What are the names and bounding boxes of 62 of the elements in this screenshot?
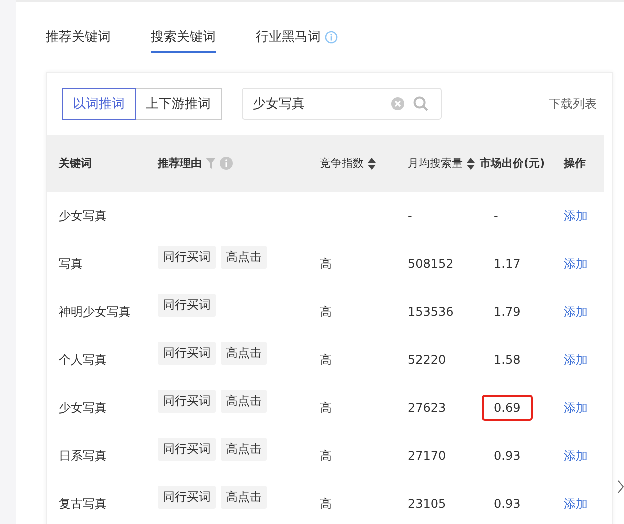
reason-tag: 同行买词	[158, 438, 216, 460]
keyword-cell: 写真	[59, 256, 83, 270]
keyword-cell: 少女写真	[59, 208, 107, 222]
add-link[interactable]: 添加	[564, 304, 588, 318]
competition-cell: 高	[320, 448, 332, 462]
keyword-cell: 少女写真	[59, 400, 107, 414]
add-link[interactable]: 添加	[564, 256, 588, 270]
keyword-cell: 复古写真	[59, 496, 107, 510]
volume-cell: -	[408, 209, 412, 223]
add-link[interactable]: 添加	[564, 496, 588, 510]
price-cell-text: 1.17	[493, 256, 522, 273]
column-header: 月均搜索量	[408, 156, 463, 171]
price-cell-text: -	[493, 208, 500, 225]
chevron-right-icon[interactable]	[618, 480, 624, 494]
column-header: 关键词	[59, 156, 92, 171]
competition-cell: 高	[320, 496, 332, 510]
reason-tag: 同行买词	[158, 246, 216, 268]
sort-icon[interactable]	[368, 158, 376, 170]
keyword-cell: 神明少女写真	[59, 304, 131, 318]
mode-tab[interactable]: 上下游推词	[136, 88, 222, 120]
add-link[interactable]: 添加	[564, 448, 588, 462]
reason-tag: 同行买词	[158, 342, 216, 364]
reason-tag: 同行买词	[158, 294, 216, 316]
price-cell-text: 0.93	[493, 448, 522, 465]
competition-cell: 高	[320, 352, 332, 366]
price-cell-text: 0.93	[493, 496, 522, 513]
price-cell-text: 1.79	[493, 304, 522, 321]
info-icon	[220, 157, 233, 170]
reason-tag: 同行买词	[158, 390, 216, 412]
reason-tag: 高点击	[221, 486, 267, 508]
column-header: 市场出价(元)	[480, 156, 546, 171]
keyword-cell: 日系写真	[59, 448, 107, 462]
volume-cell: 27170	[408, 449, 446, 463]
tab[interactable]: 推荐关键词	[46, 28, 111, 53]
volume-cell: 52220	[408, 353, 446, 367]
competition-cell: 高	[320, 400, 332, 414]
volume-cell: 27623	[408, 401, 446, 415]
sort-icon[interactable]	[467, 158, 475, 170]
price-cell-text: 1.58	[493, 352, 522, 369]
add-link[interactable]: 添加	[564, 352, 588, 366]
reason-tag: 高点击	[221, 342, 267, 364]
reason-tag: 高点击	[221, 246, 267, 268]
volume-cell: 508152	[408, 257, 454, 271]
price-cell: 0.69	[482, 395, 533, 421]
tab[interactable]: 搜索关键词	[151, 28, 216, 53]
download-link[interactable]: 下载列表	[549, 96, 597, 112]
keyword-cell: 个人写真	[59, 352, 107, 366]
search-text: 少女写真	[253, 96, 306, 113]
reason-tag: 高点击	[221, 438, 267, 460]
competition-cell: 高	[320, 304, 332, 318]
add-link[interactable]: 添加	[564, 400, 588, 414]
tab[interactable]: 行业黑马词	[256, 28, 321, 53]
column-header: 操作	[564, 156, 586, 171]
competition-cell: 高	[320, 256, 332, 270]
mode-tab[interactable]: 以词推词	[62, 88, 136, 120]
volume-cell: 23105	[408, 497, 446, 511]
column-header: 竞争指数	[320, 156, 364, 171]
volume-cell: 153536	[408, 305, 454, 319]
add-link[interactable]: 添加	[564, 208, 588, 222]
column-header: 推荐理由	[158, 156, 202, 171]
reason-tag: 高点击	[221, 390, 267, 412]
reason-tag: 同行买词	[158, 486, 216, 508]
